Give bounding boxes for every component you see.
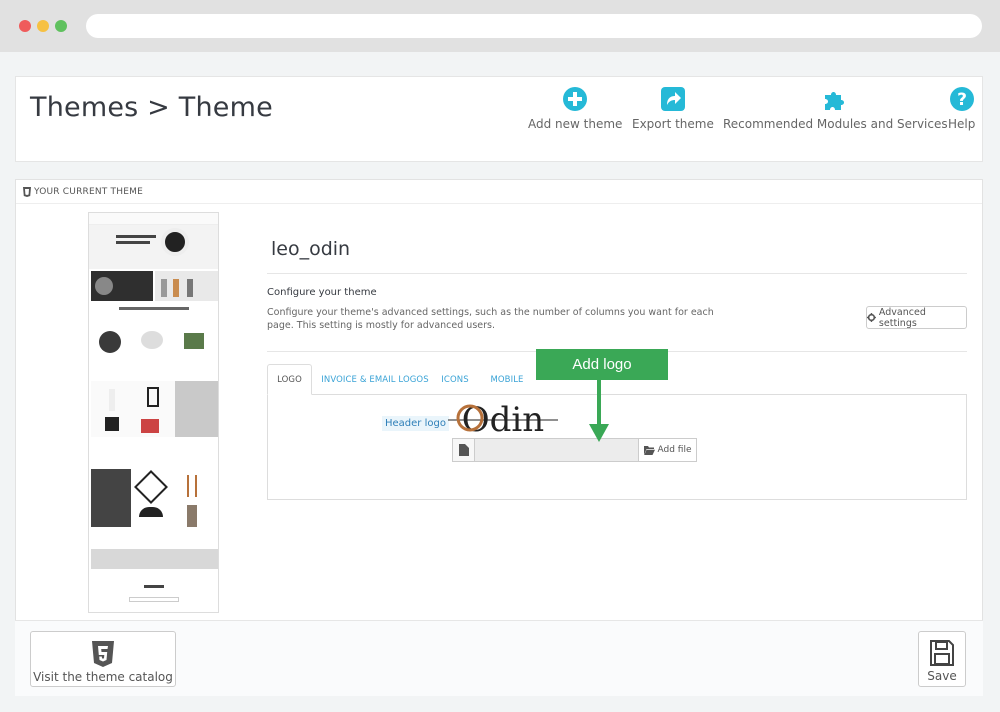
- svg-text:?: ?: [957, 90, 967, 110]
- puzzle-icon: [825, 92, 845, 110]
- floppy-disk-icon: [930, 640, 954, 666]
- plus-circle-icon: [563, 87, 588, 111]
- logo-tab-content: Header logo Odin Add file: [267, 394, 967, 500]
- page-title: Themes > Theme: [30, 92, 273, 123]
- configure-title: Configure your theme: [267, 287, 377, 298]
- file-icon: [459, 444, 469, 456]
- tab-mobile[interactable]: MOBILE: [485, 364, 529, 395]
- export-theme-label: Export theme: [632, 117, 714, 131]
- add-new-theme-button[interactable]: Add new theme: [528, 87, 622, 131]
- theme-preview-image: [88, 212, 219, 613]
- advanced-settings-label: Advanced settings: [878, 306, 926, 329]
- add-file-label: Add file: [657, 445, 692, 455]
- panel-heading: YOUR CURRENT THEME: [16, 180, 982, 204]
- panel-footer: Visit the theme catalog Save: [15, 620, 983, 696]
- add-new-theme-label: Add new theme: [528, 117, 623, 131]
- theme-name: leo_odin: [271, 238, 351, 260]
- save-button[interactable]: Save: [918, 631, 966, 687]
- question-circle-icon: ?: [949, 87, 974, 111]
- panel-heading-text: YOUR CURRENT THEME: [34, 187, 143, 197]
- odin-logo: Odin: [448, 400, 558, 436]
- configure-description: Configure your theme's advanced settings…: [267, 307, 714, 331]
- current-theme-panel: YOUR CURRENT THEME leo_odin Configure yo…: [15, 179, 983, 696]
- help-button[interactable]: ? Help: [948, 87, 975, 131]
- window-close-dot[interactable]: [19, 20, 31, 32]
- window-maximize-dot[interactable]: [55, 20, 67, 32]
- add-logo-callout: Add logo: [536, 349, 668, 380]
- gear-icon: [867, 313, 876, 322]
- window-minimize-dot[interactable]: [37, 20, 49, 32]
- file-icon-box: [453, 439, 475, 461]
- help-label: Help: [948, 117, 976, 131]
- visit-theme-catalog-label: Visit the theme catalog: [33, 670, 173, 684]
- file-upload-group: Add file: [452, 438, 697, 462]
- save-label: Save: [927, 669, 957, 683]
- folder-open-icon: [643, 445, 655, 455]
- page-viewport: Themes > Theme Add new theme Export them…: [0, 52, 1000, 712]
- tab-icons[interactable]: ICONS: [437, 364, 473, 395]
- recommended-modules-label: Recommended Modules and Services: [723, 117, 948, 131]
- tab-logo[interactable]: LOGO: [267, 364, 312, 395]
- share-arrow-icon: [660, 87, 685, 111]
- file-path-input[interactable]: [475, 439, 638, 461]
- address-bar[interactable]: [86, 14, 982, 38]
- visit-theme-catalog-button[interactable]: Visit the theme catalog: [30, 631, 176, 687]
- html5-shield-icon: [23, 187, 31, 197]
- tab-invoice-email-logos[interactable]: INVOICE & EMAIL LOGOS: [319, 364, 431, 395]
- export-theme-button[interactable]: Export theme: [632, 87, 714, 131]
- arrow-down-icon: [589, 380, 609, 442]
- browser-chrome: [0, 0, 1000, 52]
- divider: [267, 273, 967, 274]
- advanced-settings-button[interactable]: Advanced settings: [866, 306, 967, 329]
- page-header: Themes > Theme Add new theme Export them…: [15, 76, 983, 162]
- html5-icon: [92, 641, 114, 667]
- header-logo-label: Header logo: [382, 416, 449, 431]
- add-file-button[interactable]: Add file: [638, 439, 696, 461]
- recommended-modules-button[interactable]: Recommended Modules and Services: [723, 87, 948, 131]
